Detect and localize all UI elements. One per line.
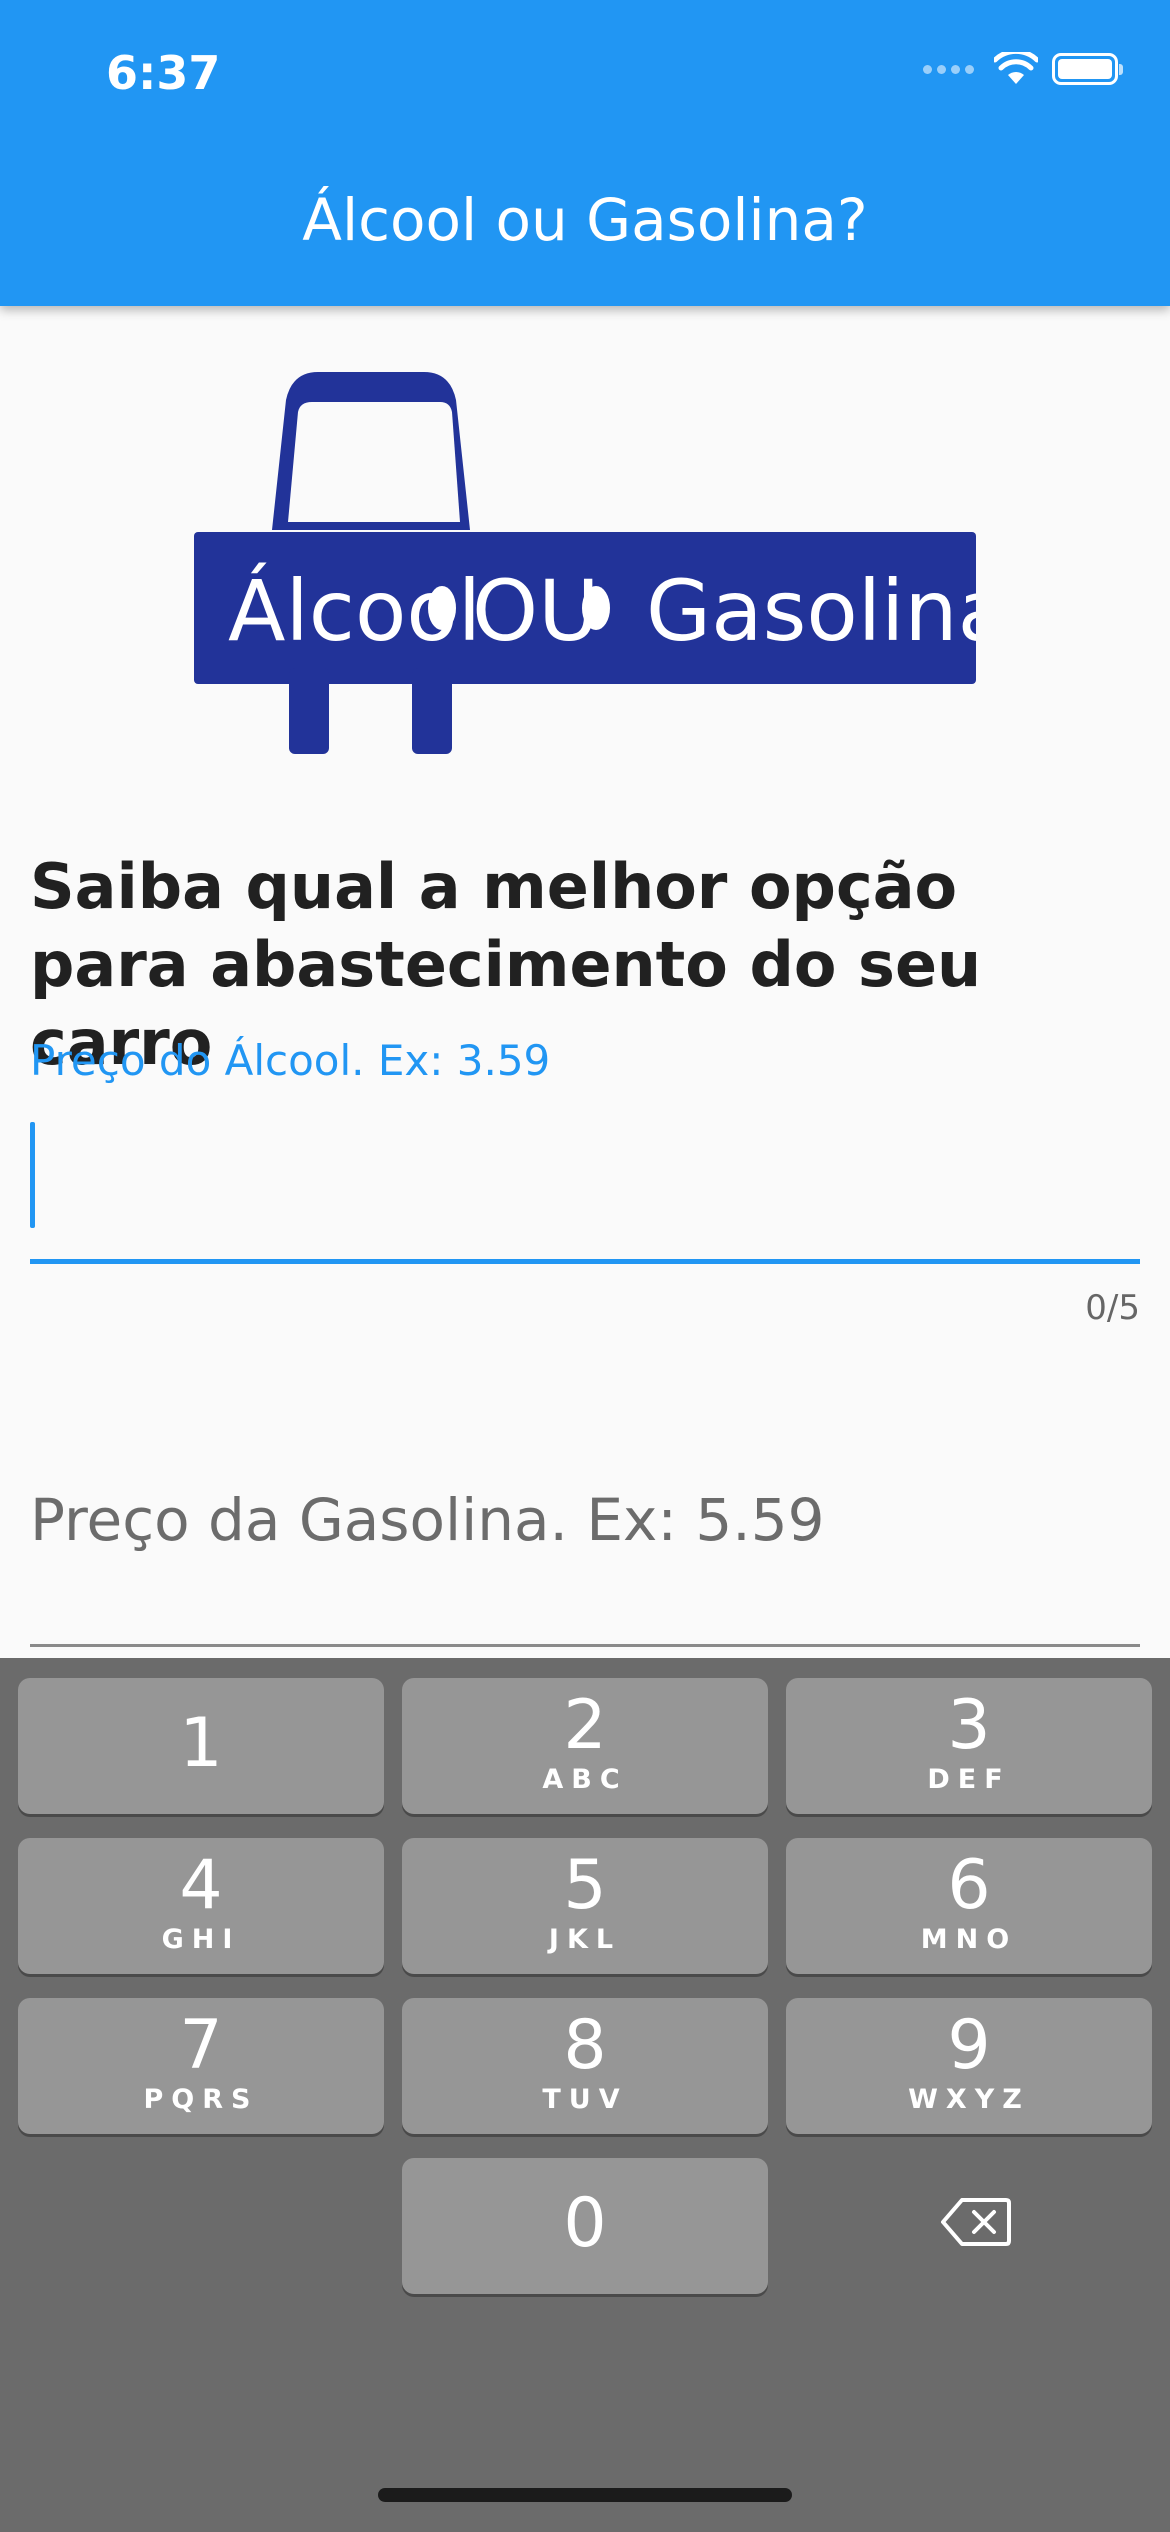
cellular-signal-icon: [923, 64, 974, 74]
key-0[interactable]: 0: [402, 2158, 768, 2294]
key-1[interactable]: 1: [18, 1678, 384, 1814]
input-underline-focused: [30, 1259, 1140, 1264]
key-5[interactable]: 5 JKL: [402, 1838, 768, 1974]
key-3[interactable]: 3 DEF: [786, 1678, 1152, 1814]
page-title: Álcool ou Gasolina?: [302, 186, 868, 254]
gasoline-price-input[interactable]: Preço da Gasolina. Ex: 5.59: [30, 1470, 1140, 1650]
logo-text-gasolina: Gasolina: [646, 562, 976, 660]
key-8[interactable]: 8 TUV: [402, 1998, 768, 2134]
backspace-icon[interactable]: [940, 2196, 1012, 2248]
wifi-icon: [994, 52, 1038, 84]
car-logo: Álcool OU Gasolina: [194, 372, 976, 754]
input-underline: [30, 1644, 1140, 1647]
text-caret: [30, 1122, 35, 1228]
key-9[interactable]: 9 WXYZ: [786, 1998, 1152, 2134]
key-7[interactable]: 7 PQRS: [18, 1998, 384, 2134]
logo-text-ou: OU: [472, 562, 600, 660]
battery-icon: [1052, 53, 1123, 85]
app-bar: 6:37 Álcool ou Gasolina?: [0, 0, 1170, 306]
status-time: 6:37: [106, 46, 221, 100]
home-indicator[interactable]: [378, 2488, 792, 2502]
key-6[interactable]: 6 MNO: [786, 1838, 1152, 1974]
alcohol-price-label: Preço do Álcool. Ex: 3.59: [30, 1036, 551, 1085]
status-icons: [923, 52, 1123, 86]
key-2[interactable]: 2 ABC: [402, 1678, 768, 1814]
key-4[interactable]: 4 GHI: [18, 1838, 384, 1974]
gasoline-price-placeholder: Preço da Gasolina. Ex: 5.59: [30, 1486, 825, 1554]
alcohol-price-input[interactable]: [30, 1110, 1140, 1264]
character-counter: 0/5: [1085, 1288, 1140, 1328]
